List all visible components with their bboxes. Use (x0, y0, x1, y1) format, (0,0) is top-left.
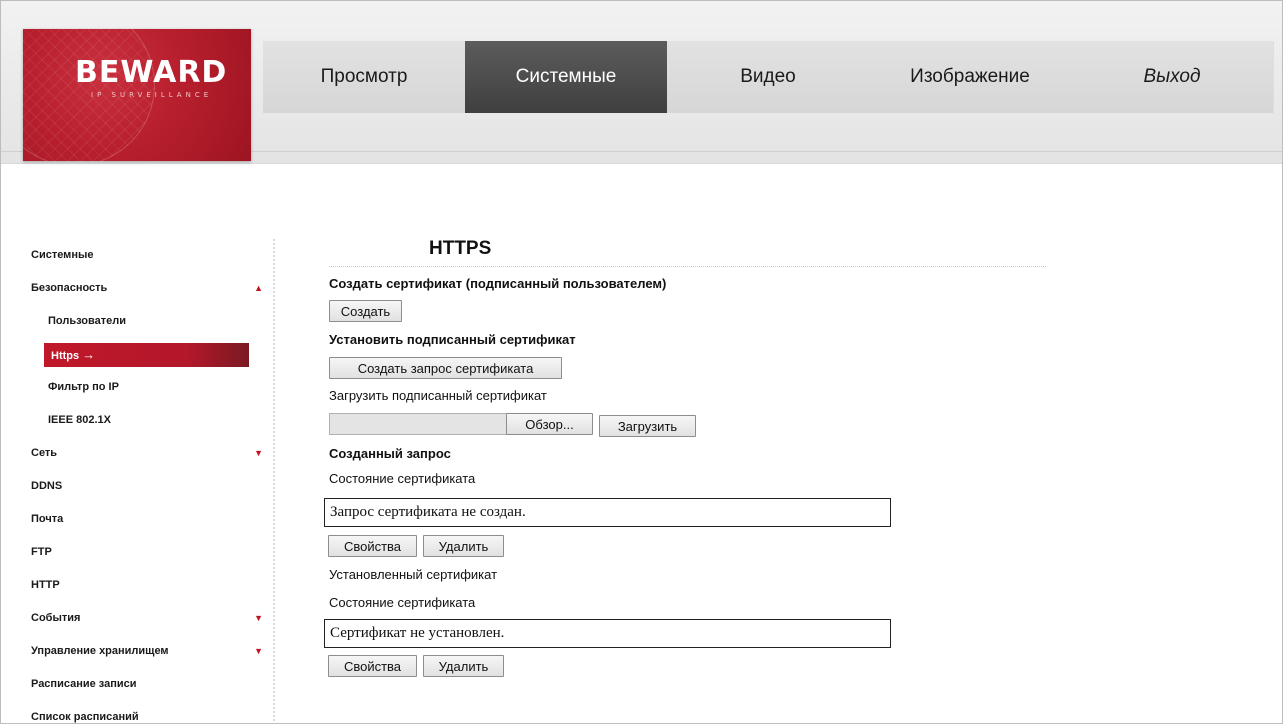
delete-button[interactable]: Удалить (423, 655, 504, 677)
sidebar-item-label: Сеть (31, 447, 58, 459)
sidebar-item-label: Пользователи (48, 315, 127, 327)
created-request-heading: Созданный запрос (329, 446, 451, 461)
installed-status-field: Сертификат не установлен. (324, 619, 891, 648)
create-button[interactable]: Создать (329, 300, 402, 322)
logo-brand: BEWARD (75, 55, 228, 90)
sidebar-item-label: Системные (31, 249, 94, 261)
sidebar-item-users[interactable]: Пользователи (31, 305, 263, 338)
properties-button[interactable]: Свойства (328, 655, 417, 677)
tab-logout[interactable]: Выход (1071, 41, 1273, 113)
sidebar-item-label: Расписание записи (31, 678, 137, 690)
tab-view[interactable]: Просмотр (263, 41, 465, 113)
sidebar-item-events[interactable]: События ▼ (31, 602, 263, 635)
sidebar-divider (273, 239, 275, 723)
install-cert-heading: Установить подписанный сертификат (329, 332, 576, 347)
expand-arrow-icon[interactable]: ▼ (254, 635, 263, 668)
arrow-right-icon: → (82, 347, 96, 362)
expand-arrow-icon[interactable]: ▼ (254, 437, 263, 470)
properties-button[interactable]: Свойства (328, 535, 417, 557)
sidebar-item-label: IEEE 802.1X (48, 414, 111, 426)
beward-logo: BEWARD IP SURVEILLANCE (23, 29, 251, 161)
create-cert-heading: Создать сертификат (подписанный пользова… (329, 276, 667, 291)
main-nav: Просмотр Системные Видео Изображение Вых… (263, 41, 1274, 113)
sidebar-item-record-schedule[interactable]: Расписание записи (31, 668, 263, 701)
sidebar-item-network[interactable]: Сеть ▼ (31, 437, 263, 470)
sidebar-item-mail[interactable]: Почта (31, 503, 263, 536)
sidebar: Системные Безопасность ▲ Пользователи Ht… (31, 239, 263, 723)
cert-status-label: Состояние сертификата (329, 595, 476, 610)
sidebar-item-label: FTP (31, 546, 52, 558)
sidebar-item-label: DDNS (31, 480, 63, 492)
sidebar-item-label: События (31, 612, 81, 624)
sidebar-item-text: Https (51, 350, 80, 362)
sidebar-item-ftp[interactable]: FTP (31, 536, 263, 569)
sidebar-item-ieee8021x[interactable]: IEEE 802.1X (31, 404, 263, 437)
logo-tagline: IP SURVEILLANCE (91, 91, 213, 99)
sidebar-item-ip-filter[interactable]: Фильтр по IP (31, 371, 263, 404)
cert-status-label: Состояние сертификата (329, 471, 476, 486)
installed-cert-label: Установленный сертификат (329, 567, 498, 582)
sidebar-item-security[interactable]: Безопасность ▲ (31, 272, 263, 305)
sidebar-item-label: Безопасность (31, 282, 108, 294)
sidebar-item-label: Почта (31, 513, 64, 525)
sidebar-item-system[interactable]: Системные (31, 239, 263, 272)
request-status-field: Запрос сертификата не создан. (324, 498, 891, 527)
sidebar-item-http[interactable]: HTTP (31, 569, 263, 602)
sidebar-item-label: Управление хранилищем (31, 645, 169, 657)
sidebar-item-ddns[interactable]: DDNS (31, 470, 263, 503)
delete-button[interactable]: Удалить (423, 535, 504, 557)
sidebar-item-https[interactable]: Https → (31, 338, 263, 371)
sidebar-item-label: Фильтр по IP (48, 381, 119, 393)
create-request-button[interactable]: Создать запрос сертификата (329, 357, 562, 379)
sidebar-item-storage[interactable]: Управление хранилищем ▼ (31, 635, 263, 668)
tab-system[interactable]: Системные (465, 41, 667, 113)
sidebar-item-label: HTTP (31, 579, 60, 591)
sidebar-item-label: Список расписаний (31, 711, 139, 723)
browse-button[interactable]: Обзор... (506, 413, 593, 435)
sidebar-item-label: Https → (51, 338, 95, 373)
header-bar: BEWARD IP SURVEILLANCE Просмотр Системны… (1, 1, 1282, 164)
collapse-arrow-icon[interactable]: ▲ (254, 272, 263, 305)
page-title: HTTPS (429, 238, 492, 259)
file-path-field[interactable] (329, 413, 508, 435)
upload-button[interactable]: Загрузить (599, 415, 696, 437)
title-divider (329, 266, 1046, 267)
expand-arrow-icon[interactable]: ▼ (254, 602, 263, 635)
tab-video[interactable]: Видео (667, 41, 869, 113)
sidebar-item-schedule-list[interactable]: Список расписаний (31, 701, 263, 723)
browser-page: BEWARD IP SURVEILLANCE Просмотр Системны… (0, 0, 1283, 724)
upload-label: Загрузить подписанный сертификат (329, 388, 547, 403)
tab-image[interactable]: Изображение (869, 41, 1071, 113)
